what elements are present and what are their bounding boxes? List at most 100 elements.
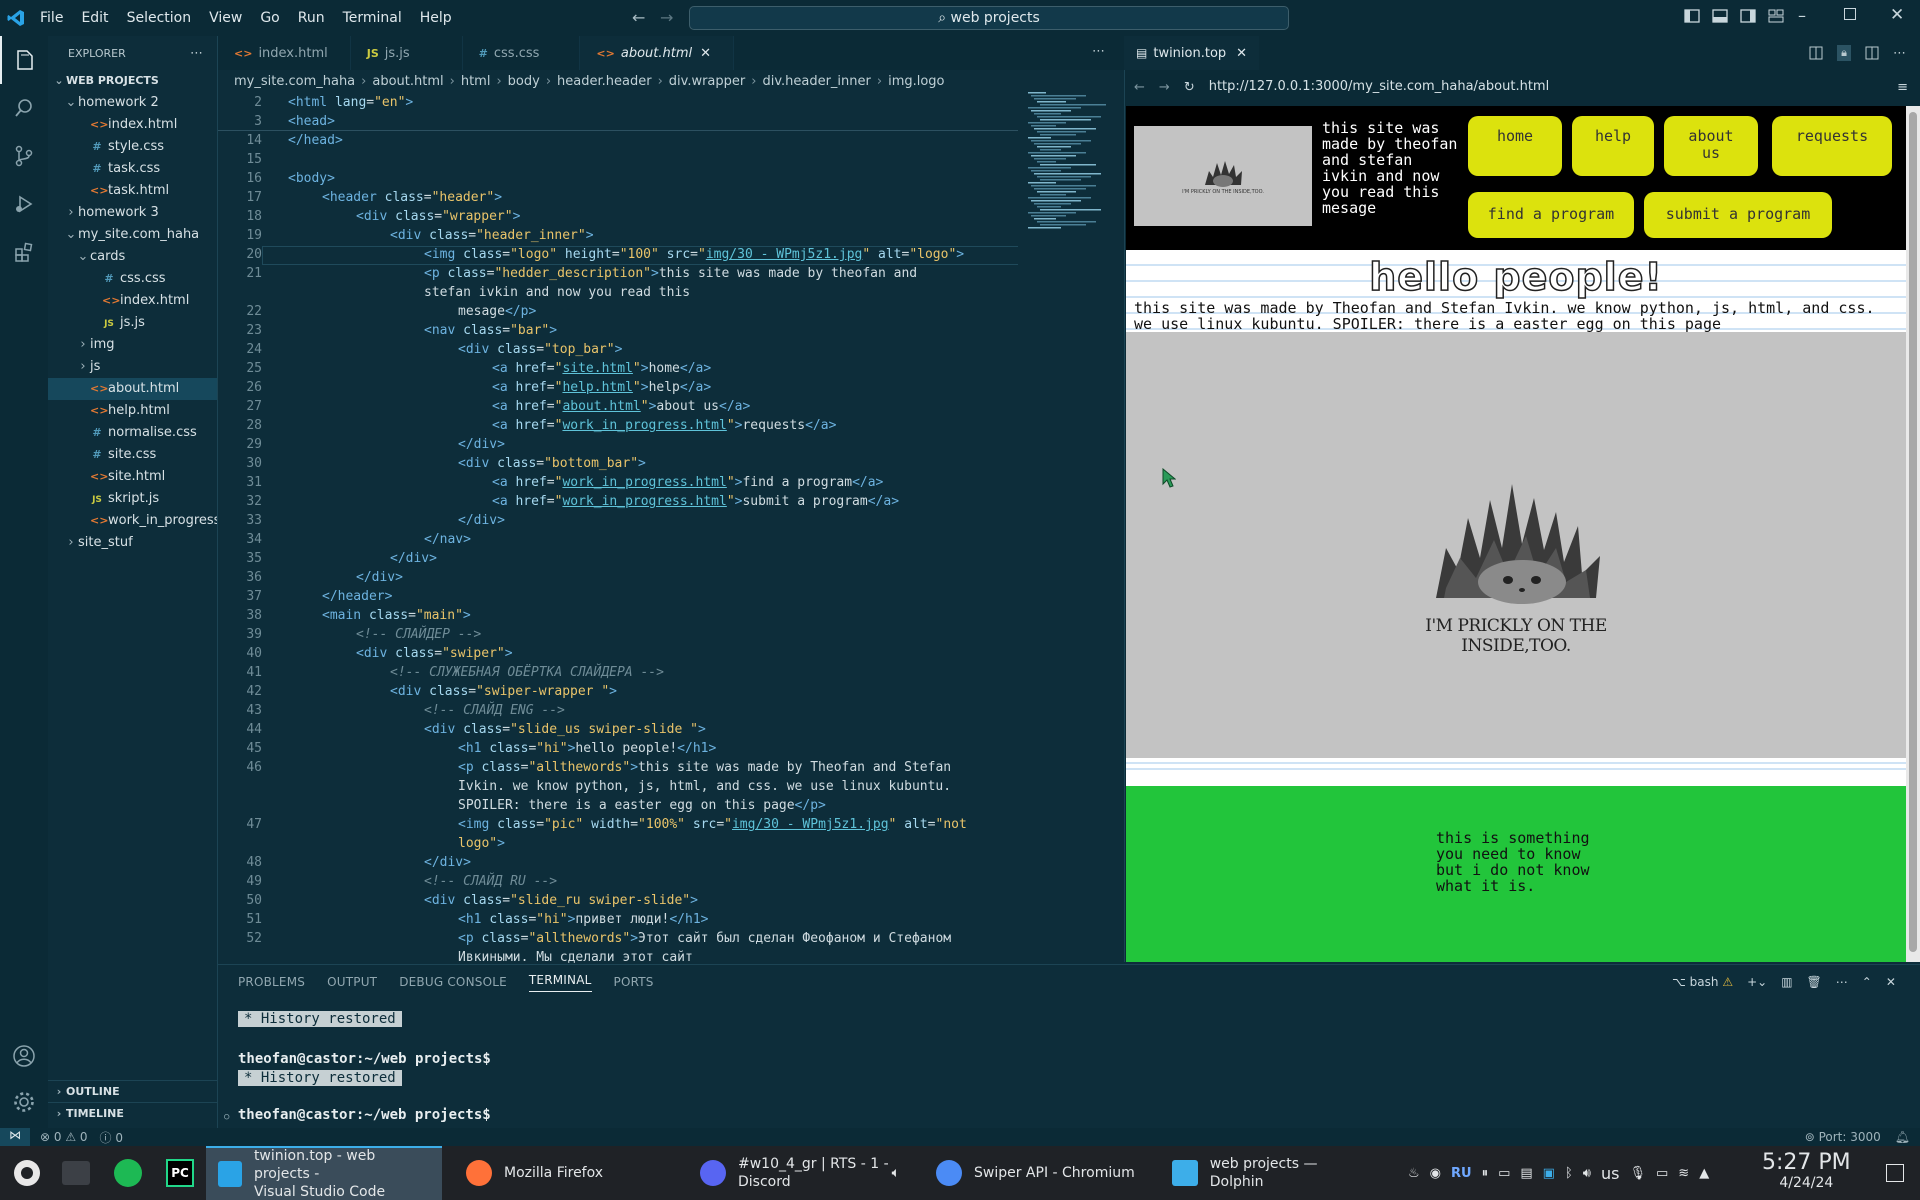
- tree-file[interactable]: <>site.html: [48, 466, 217, 488]
- forward-arrow-icon[interactable]: →: [660, 8, 673, 27]
- code-line[interactable]: <html lang="en">: [288, 95, 413, 110]
- code-line[interactable]: <!-- СЛУЖЕБНАЯ ОБЁРТКА СЛАЙДЕРА -->: [390, 665, 664, 680]
- taskbar-app[interactable]: Swiper API - Chromium: [924, 1146, 1150, 1200]
- tree-file[interactable]: JS js.js: [48, 312, 217, 334]
- code-line[interactable]: <div class="header_inner">: [390, 228, 594, 243]
- tree-file[interactable]: # normalise.css: [48, 422, 217, 444]
- code-line[interactable]: <main class="main">: [322, 608, 471, 623]
- menu-help[interactable]: Help: [420, 10, 452, 26]
- code-line[interactable]: <p class="allthewords">this site was mad…: [458, 760, 951, 775]
- split-terminal-icon[interactable]: ▥: [1781, 975, 1792, 989]
- code-editor[interactable]: 2 <html lang="en"> 3 <head> 14 </head> 15 16 <bo…: [218, 92, 1018, 964]
- tree-file[interactable]: <>task.html: [48, 180, 217, 202]
- browser-back-icon[interactable]: ←: [1134, 80, 1145, 95]
- network-icon[interactable]: ≋: [1678, 1166, 1689, 1181]
- breadcrumb-item[interactable]: body: [508, 74, 540, 89]
- panel-tab-terminal[interactable]: TERMINAL: [528, 973, 592, 992]
- menu-edit[interactable]: Edit: [81, 10, 108, 26]
- run-debug-icon[interactable]: [0, 180, 48, 228]
- slide-image[interactable]: I'M PRICKLY ON THE INSIDE,TOO.: [1126, 332, 1906, 758]
- tree-file[interactable]: <>help.html: [48, 400, 217, 422]
- breadcrumb-item[interactable]: html: [461, 74, 491, 89]
- taskbar-app[interactable]: Mozilla Firefox: [454, 1146, 682, 1200]
- tree-file[interactable]: # css.css: [48, 268, 217, 290]
- explorer-icon[interactable]: [0, 36, 48, 84]
- breadcrumb-item[interactable]: header.header: [557, 74, 652, 89]
- tree-file[interactable]: # style.css: [48, 136, 217, 158]
- problems-status[interactable]: ⊗ 0 ⚠ 0: [40, 1130, 88, 1144]
- taskbar-app[interactable]: twinion.top - web projects - Visual Studi…: [206, 1146, 442, 1200]
- tree-file[interactable]: <>about.html: [48, 378, 217, 400]
- code-line[interactable]: <head>: [288, 114, 335, 129]
- spotify-icon[interactable]: [110, 1146, 146, 1200]
- remote-icon[interactable]: ⋈: [0, 1128, 30, 1146]
- breadcrumb-item[interactable]: div.header_inner: [762, 74, 870, 89]
- minimap[interactable]: [1022, 92, 1122, 252]
- panel-tab-ports[interactable]: PORTS: [614, 975, 654, 989]
- code-line[interactable]: <div class="swiper">: [356, 646, 513, 661]
- code-line[interactable]: <div class="top_bar">: [458, 342, 622, 357]
- customize-layout-icon[interactable]: [1768, 8, 1784, 24]
- menu-selection[interactable]: Selection: [127, 10, 192, 26]
- lock-icon[interactable]: 🔒︎: [1837, 45, 1851, 61]
- code-line[interactable]: <a href="work_in_progress.html">submit a…: [492, 494, 899, 509]
- tab-css-css[interactable]: # css.css: [463, 36, 581, 70]
- code-line[interactable]: <body>: [288, 171, 335, 186]
- keyboard-layout[interactable]: us: [1601, 1164, 1619, 1183]
- workspace-header[interactable]: ⌄ WEB PROJECTS: [48, 70, 217, 92]
- panel-tab-problems[interactable]: PROBLEMS: [238, 975, 305, 989]
- tree-file[interactable]: # task.css: [48, 158, 217, 180]
- code-line[interactable]: </div>: [458, 513, 505, 528]
- breadcrumb-item[interactable]: div.wrapper: [669, 74, 745, 89]
- menu-file[interactable]: File: [40, 10, 63, 26]
- terminal-output[interactable]: * History restored theofan@castor:~/web …: [224, 1011, 1838, 1126]
- nav-help-button[interactable]: help: [1572, 116, 1654, 176]
- code-line[interactable]: </head>: [288, 133, 343, 148]
- restore-icon[interactable]: [1844, 8, 1856, 20]
- tree-folder[interactable]: ⌄ homework 2: [48, 92, 217, 114]
- taskbar-app[interactable]: web projects — Dolphin: [1160, 1146, 1386, 1200]
- accounts-icon[interactable]: [12, 1044, 36, 1072]
- code-line[interactable]: <!-- СЛАЙД ENG -->: [424, 703, 565, 718]
- code-line[interactable]: </header>: [322, 589, 392, 604]
- tree-folder[interactable]: ⌄ my_site.com_haha: [48, 224, 217, 246]
- code-line[interactable]: <p class="hedder_description">this site …: [424, 266, 917, 281]
- code-line[interactable]: <h1 class="hi">привет люди!</h1>: [458, 912, 708, 927]
- close-tab-icon[interactable]: ✕: [1236, 46, 1247, 61]
- tree-file[interactable]: # site.css: [48, 444, 217, 466]
- pycharm-icon[interactable]: PC: [162, 1146, 198, 1200]
- browser-forward-icon[interactable]: →: [1159, 80, 1170, 95]
- maximize-panel-icon[interactable]: ⌃: [1862, 975, 1872, 989]
- code-line[interactable]: </div>: [458, 437, 505, 452]
- code-line[interactable]: <img class="logo" height="100" src="img/…: [424, 247, 964, 262]
- command-center-search[interactable]: ⌕ web projects: [689, 6, 1289, 30]
- port-status[interactable]: ⊚ Port: 3000: [1805, 1130, 1881, 1144]
- code-line[interactable]: </div>: [424, 855, 471, 870]
- tree-folder[interactable]: › img: [48, 334, 217, 356]
- tree-file[interactable]: <>work_in_progress....: [48, 510, 217, 532]
- close-window-icon[interactable]: ✕: [1890, 5, 1904, 25]
- extensions-icon[interactable]: [0, 228, 48, 276]
- tree-file[interactable]: <>index.html: [48, 114, 217, 136]
- code-line[interactable]: <div class="slide_ru swiper-slide">: [424, 893, 698, 908]
- info-status[interactable]: ⓘ 0: [100, 1129, 123, 1146]
- code-line[interactable]: <div class="slide_us swiper-slide ">: [424, 722, 706, 737]
- tree-folder[interactable]: › homework 3: [48, 202, 217, 224]
- panel-more-icon[interactable]: ⋯: [1836, 975, 1848, 989]
- toggle-panel-icon[interactable]: [1712, 8, 1728, 24]
- media-pause-icon[interactable]: ⏸︎: [1482, 1166, 1489, 1181]
- app-launcher-icon[interactable]: [8, 1146, 46, 1200]
- hamburger-menu-icon[interactable]: ≡: [1897, 80, 1920, 95]
- toggle-secondary-sidebar-icon[interactable]: [1740, 8, 1756, 24]
- code-line[interactable]: <!-- СЛАЙД RU -->: [424, 874, 557, 889]
- code-line[interactable]: </nav>: [424, 532, 471, 547]
- new-terminal-icon[interactable]: +⌄: [1747, 975, 1767, 989]
- bluetooth-icon[interactable]: ᛒ: [1565, 1166, 1573, 1181]
- close-panel-icon[interactable]: ✕: [1886, 975, 1896, 989]
- tree-file[interactable]: JS skript.js: [48, 488, 217, 510]
- code-line[interactable]: <h1 class="hi">hello people!</h1>: [458, 741, 716, 756]
- code-line[interactable]: </div>: [390, 551, 437, 566]
- code-line[interactable]: <div class="wrapper">: [356, 209, 520, 224]
- more-actions-icon[interactable]: ⋯: [190, 46, 203, 61]
- code-line[interactable]: <a href="site.html">home</a>: [492, 361, 711, 376]
